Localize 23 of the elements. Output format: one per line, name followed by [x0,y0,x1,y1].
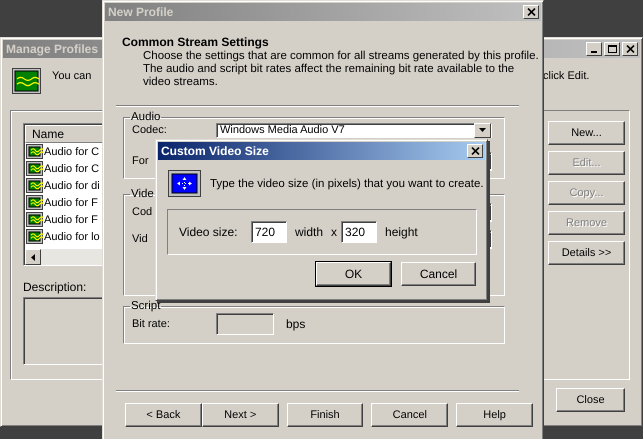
group-title: Vide [130,188,155,200]
instruction-text: Type the video size (in pixels) that you want to create. [210,178,484,190]
field-label: Bit rate: [132,318,171,330]
field-label: For [132,155,150,167]
field-label: Cod [132,206,154,218]
section-description: Choose the settings that are common for all streams generated by this profile. The audio and script bit rates affect the remaining bit rate available to the video streams. [143,50,540,89]
window-title: New Profile [108,5,174,19]
times-label: x [331,225,338,239]
field-label: Video size: [179,225,238,239]
window-title: Custom Video Size [161,144,269,158]
unit-label: bps [286,317,306,331]
intro-text: click Edit. [543,70,590,84]
dropdown-value: Windows Media Audio V7 [219,124,346,136]
window-title: Manage Profiles [6,42,98,56]
field-label: Vid [132,233,149,245]
section-heading: Common Stream Settings [122,35,270,49]
group-title: Script [130,300,162,312]
unit-label: height [385,225,418,239]
field-label: Codec: [132,124,168,136]
intro-text: You can [52,70,92,82]
unit-label: width [295,225,324,239]
description-label: Description: [23,280,88,294]
group-title: Audio [130,111,162,123]
